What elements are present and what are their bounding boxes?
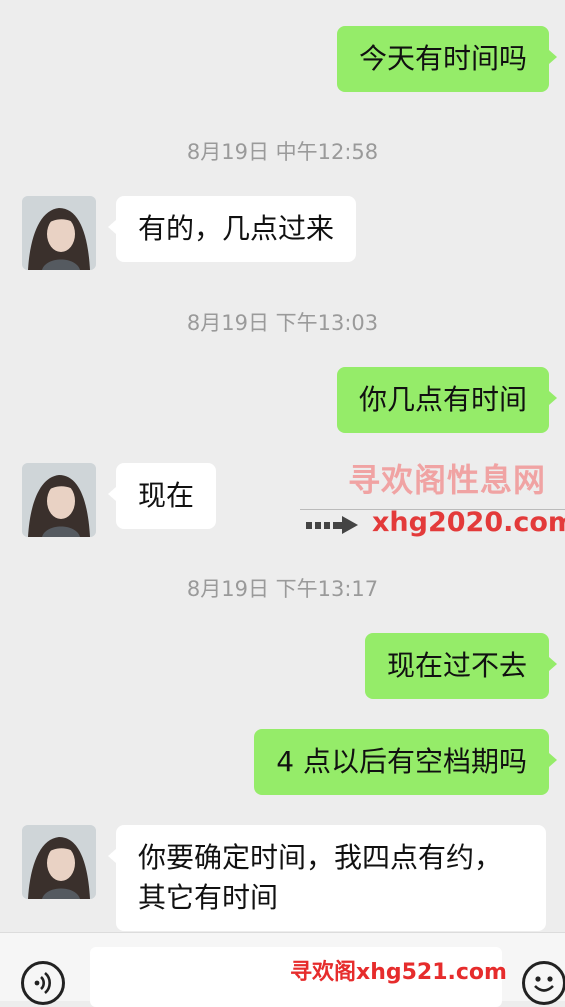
watermark-overlay: 寻欢阁性息网 xhg2020.com — [300, 455, 565, 545]
avatar-image — [22, 463, 96, 537]
arrow-icon — [306, 516, 358, 534]
watermark-url: xhg2020.com — [372, 507, 565, 538]
outgoing-message[interactable]: 现在过不去 — [364, 633, 558, 699]
timestamp: 8月19日 下午13:17 — [186, 577, 379, 601]
incoming-message[interactable]: 你要确定时间，我四点有约，其它有时间 — [108, 825, 546, 931]
avatar-image — [22, 196, 96, 270]
emoji-button[interactable] — [522, 961, 565, 1005]
outgoing-message[interactable]: 你几点有时间 — [336, 367, 558, 433]
emoji-icon — [534, 976, 554, 992]
timestamp: 8月19日 中午12:58 — [186, 140, 379, 164]
voice-icon — [34, 972, 51, 994]
timestamp: 8月19日 下午13:03 — [186, 311, 379, 335]
chat-message-list[interactable]: 今天有时间吗 8月19日 中午12:58 有的，几点过来 8月19日 下午13:… — [0, 0, 565, 932]
watermark-title: 寻欢阁性息网 — [348, 461, 547, 499]
avatar-image — [22, 825, 96, 899]
contact-avatar[interactable] — [22, 196, 96, 270]
incoming-message[interactable]: 现在 — [107, 463, 217, 529]
outgoing-message[interactable]: 4 点以后有空档期吗 — [254, 729, 557, 795]
watermark-bottom: 寻欢阁xhg521.com — [290, 960, 507, 985]
voice-button[interactable] — [21, 961, 65, 1005]
contact-avatar[interactable] — [22, 463, 96, 537]
contact-avatar[interactable] — [22, 825, 96, 899]
incoming-message[interactable]: 有的，几点过来 — [107, 196, 357, 262]
outgoing-message[interactable]: 今天有时间吗 — [336, 26, 558, 92]
